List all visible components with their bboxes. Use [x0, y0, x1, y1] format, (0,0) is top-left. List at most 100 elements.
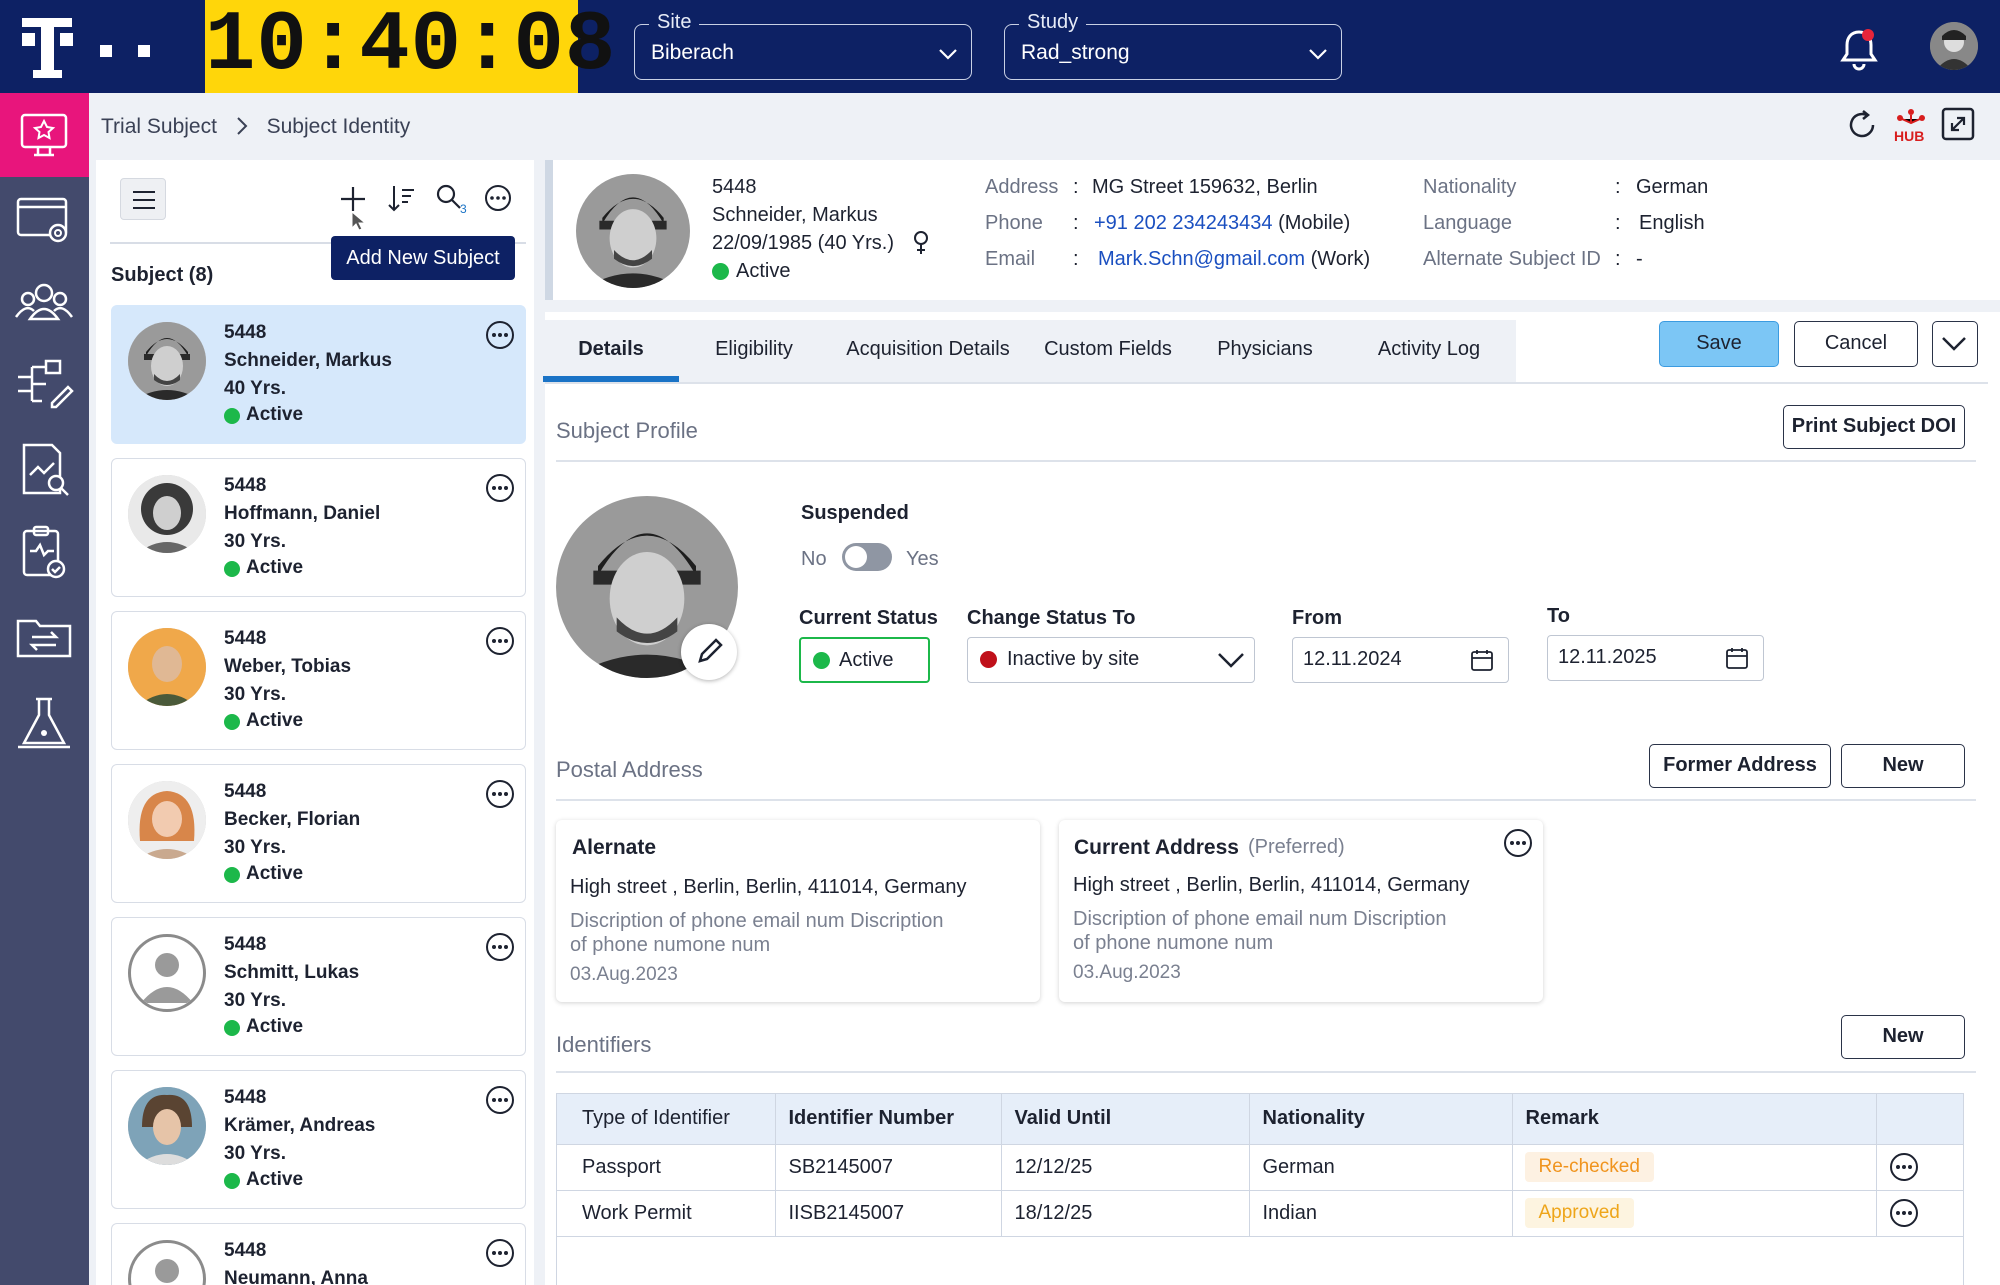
users-group-icon[interactable]: [14, 273, 74, 333]
chevron-down-icon: [1942, 337, 1966, 351]
more-options-icon[interactable]: [1503, 828, 1533, 858]
language-value: English: [1639, 212, 1705, 234]
new-identifier-button[interactable]: New: [1841, 1015, 1965, 1059]
more-options-icon[interactable]: [485, 1238, 515, 1268]
profile-summary: 5448 Schneider, Markus 22/09/1985 (40 Yr…: [545, 160, 1988, 300]
email-row: Mark.Schn@gmail.com (Work): [1098, 248, 1370, 271]
subject-status: Active: [224, 557, 303, 579]
report-analysis-icon[interactable]: [14, 439, 74, 499]
save-button[interactable]: Save: [1659, 321, 1779, 367]
col-header: Type of Identifier: [557, 1094, 776, 1144]
more-options-icon[interactable]: [485, 473, 515, 503]
subject-status: Active: [224, 404, 303, 426]
subject-name: Weber, Tobias: [224, 656, 352, 677]
subject-age: 30 Yrs.: [224, 1143, 286, 1164]
subject-id: 5448: [224, 1240, 267, 1261]
more-options-icon[interactable]: [484, 184, 512, 212]
nationality-label: Nationality: [1423, 176, 1517, 198]
svg-text:HUB: HUB: [1894, 128, 1924, 144]
clipboard-check-icon[interactable]: [14, 523, 74, 583]
divider: [556, 460, 1976, 462]
telekom-logo[interactable]: [0, 0, 205, 93]
edit-photo-button[interactable]: [681, 624, 737, 680]
address-line: High street , Berlin, Berlin, 411014, Ge…: [570, 876, 967, 898]
workflow-edit-icon[interactable]: [14, 355, 74, 415]
phone-label: Phone: [985, 212, 1043, 234]
cancel-button[interactable]: Cancel: [1794, 321, 1918, 367]
subject-id: 5448: [224, 1087, 267, 1108]
tab-acquisition-details[interactable]: Acquisition Details: [833, 338, 1023, 361]
placeholder-avatar-icon: [128, 934, 206, 1012]
nav-rail: [0, 93, 89, 1285]
toggle-no-label: No: [801, 548, 827, 570]
from-date-input[interactable]: 12.11.2024: [1292, 637, 1509, 683]
suspended-toggle[interactable]: [842, 543, 892, 571]
email-link[interactable]: Mark.Schn@gmail.com: [1098, 248, 1305, 270]
subject-card[interactable]: 5448 Krämer, Andreas 30 Yrs. Active: [111, 1070, 526, 1209]
former-address-button[interactable]: Former Address: [1649, 744, 1831, 788]
table-header-row: Type of Identifier Identifier Number Val…: [557, 1094, 1963, 1144]
cell-valid: 18/12/25: [1001, 1190, 1250, 1236]
subject-card[interactable]: 5448 Neumann, Anna: [111, 1223, 526, 1285]
sort-icon[interactable]: [386, 182, 416, 214]
expand-icon[interactable]: [1940, 106, 1976, 142]
subject-status: Active: [224, 863, 303, 885]
calendar-icon[interactable]: [1725, 646, 1749, 670]
more-options-icon[interactable]: [485, 779, 515, 809]
subject-status: Active: [224, 710, 303, 732]
subject-card[interactable]: 5448 Schmitt, Lukas 30 Yrs. Active: [111, 917, 526, 1056]
change-status-value: Inactive by site: [1007, 648, 1140, 670]
tab-physicians[interactable]: Physicians: [1195, 338, 1335, 361]
refresh-icon[interactable]: [1845, 108, 1879, 142]
more-options-icon[interactable]: [1889, 1152, 1964, 1182]
col-header: Identifier Number: [775, 1094, 1002, 1144]
sep: :: [1615, 248, 1621, 270]
user-avatar[interactable]: [1930, 22, 1978, 70]
more-options-icon[interactable]: [1889, 1198, 1964, 1228]
lab-flask-icon[interactable]: [14, 693, 74, 753]
change-status-select[interactable]: Inactive by site: [967, 637, 1255, 683]
more-options-icon[interactable]: [485, 320, 515, 350]
subject-card[interactable]: 5448 Weber, Tobias 30 Yrs. Active: [111, 611, 526, 750]
address-value: MG Street 159632, Berlin: [1092, 176, 1318, 198]
breadcrumb-trial-subject[interactable]: Trial Subject: [101, 115, 217, 138]
more-options-icon[interactable]: [485, 626, 515, 656]
status-dot: [712, 263, 729, 280]
toggle-yes-label: Yes: [906, 548, 939, 570]
tab-details[interactable]: Details: [543, 338, 679, 361]
star-monitor-icon[interactable]: [14, 105, 74, 165]
more-options-icon[interactable]: [485, 1085, 515, 1115]
female-icon: [911, 230, 931, 256]
tab-custom-fields[interactable]: Custom Fields: [1033, 338, 1183, 361]
to-date-input[interactable]: 12.11.2025: [1547, 635, 1764, 681]
hub-icon[interactable]: HUB: [1892, 106, 1930, 144]
profile-name: Schneider, Markus: [712, 204, 878, 226]
tab-eligibility[interactable]: Eligibility: [689, 338, 819, 361]
subject-card[interactable]: 5448 Becker, Florian 30 Yrs. Active: [111, 764, 526, 903]
cell-remark: Re-checked: [1512, 1144, 1877, 1190]
subject-age: 30 Yrs.: [224, 990, 286, 1011]
cell-nationality: Indian: [1249, 1190, 1513, 1236]
cell-number: IISB2145007: [775, 1190, 1002, 1236]
print-doi-button[interactable]: Print Subject DOI: [1783, 405, 1965, 449]
bell-icon[interactable]: [1836, 26, 1882, 72]
calendar-icon[interactable]: [1470, 648, 1494, 672]
study-select[interactable]: Study Rad_strong: [1004, 11, 1342, 80]
more-options-icon[interactable]: [485, 932, 515, 962]
subject-id: 5448: [224, 781, 267, 802]
menu-icon[interactable]: [120, 178, 166, 220]
table-row[interactable]: Passport SB2145007 12/12/25 German Re-ch…: [557, 1144, 1963, 1190]
new-address-button[interactable]: New: [1841, 744, 1965, 788]
subject-card[interactable]: 5448 Hoffmann, Daniel 30 Yrs. Active: [111, 458, 526, 597]
browser-settings-icon[interactable]: [14, 191, 74, 251]
folder-transfer-icon[interactable]: [14, 607, 74, 667]
subject-status: Active: [224, 1016, 303, 1038]
address-date: 03.Aug.2023: [570, 964, 678, 985]
subject-card[interactable]: 5448 Schneider, Markus 40 Yrs. Active: [111, 305, 526, 444]
phone-link[interactable]: +91 202 234243434: [1094, 212, 1273, 234]
more-actions-dropdown[interactable]: [1932, 321, 1978, 367]
site-select[interactable]: Site Biberach: [634, 11, 972, 80]
subject-name: Neumann, Anna: [224, 1268, 368, 1285]
tab-activity-log[interactable]: Activity Log: [1349, 338, 1509, 361]
table-row[interactable]: Work Permit IISB2145007 18/12/25 Indian …: [557, 1190, 1963, 1236]
